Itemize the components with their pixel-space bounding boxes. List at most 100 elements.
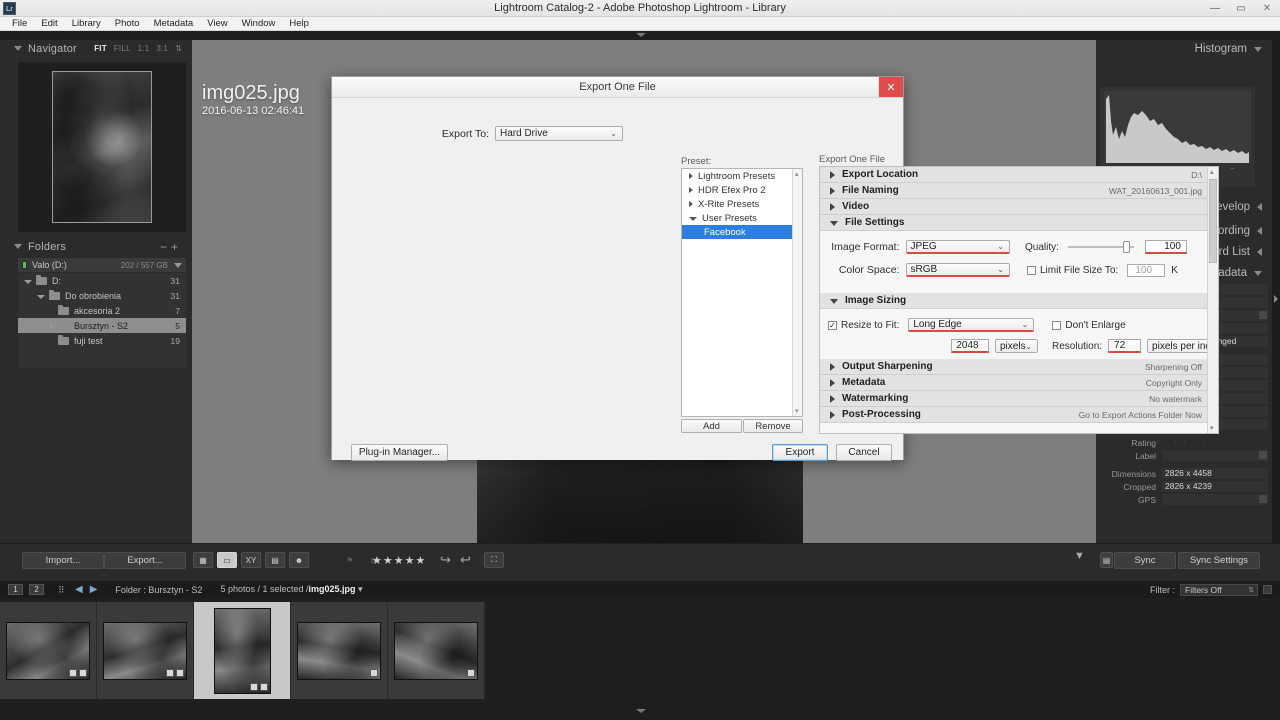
metadata-value[interactable] bbox=[1162, 494, 1268, 505]
filmstrip-cell[interactable] bbox=[0, 602, 97, 699]
chevron-right-icon[interactable] bbox=[50, 322, 54, 329]
section-file-naming[interactable]: File Naming WAT_20160613_001.jpg bbox=[820, 183, 1218, 199]
preset-item[interactable]: Lightroom Presets bbox=[682, 169, 802, 183]
filmstrip-thumbnail[interactable] bbox=[213, 607, 271, 694]
section-post-processing[interactable]: Post-Processing Go to Export Actions Fol… bbox=[820, 407, 1218, 423]
filter-lock-icon[interactable] bbox=[1263, 585, 1272, 594]
cancel-button[interactable]: Cancel bbox=[836, 444, 892, 461]
rotate-left-icon[interactable]: ↩ bbox=[460, 552, 471, 568]
chevron-down-icon[interactable] bbox=[37, 294, 45, 299]
people-view-icon[interactable]: ☻ bbox=[289, 552, 309, 568]
sync-button[interactable]: Sync bbox=[1114, 552, 1176, 569]
navigator-zoom-stepper-icon[interactable]: ⇅ bbox=[175, 44, 182, 53]
add-preset-button[interactable]: Add bbox=[681, 419, 742, 433]
folder-row[interactable]: D: 31 bbox=[18, 273, 186, 288]
filmstrip-thumbnail[interactable] bbox=[6, 621, 90, 680]
menu-help[interactable]: Help bbox=[282, 17, 316, 30]
section-file-settings[interactable]: File Settings bbox=[820, 215, 1218, 231]
filmstrip-thumbnail[interactable] bbox=[297, 621, 381, 680]
navigator-mode-fit[interactable]: FIT bbox=[94, 44, 107, 53]
preset-item[interactable]: HDR Efex Pro 2 bbox=[682, 183, 802, 197]
filmstrip-cell[interactable] bbox=[97, 602, 194, 699]
export-confirm-button[interactable]: Export bbox=[772, 444, 828, 461]
section-image-sizing[interactable]: Image Sizing bbox=[820, 293, 1218, 309]
metadata-value[interactable]: 2826 x 4239 bbox=[1162, 481, 1268, 492]
chevron-down-icon[interactable] bbox=[636, 709, 646, 713]
export-to-select[interactable]: Hard Drive ⌄ bbox=[495, 126, 623, 141]
rating-stars[interactable]: ★★★★★ bbox=[372, 554, 426, 567]
preset-item[interactable]: X-Rite Presets bbox=[682, 197, 802, 211]
slider-knob[interactable] bbox=[1122, 241, 1130, 253]
sections-scrollbar[interactable]: ▴ ▾ bbox=[1207, 167, 1218, 433]
filmstrip-thumbnail[interactable] bbox=[103, 621, 187, 680]
section-output-sharpening[interactable]: Output Sharpening Sharpening Off bbox=[820, 359, 1218, 375]
limit-file-size-checkbox[interactable] bbox=[1027, 266, 1036, 275]
grid-view-icon[interactable]: ⠿ bbox=[58, 585, 68, 595]
chevron-right-icon[interactable] bbox=[689, 187, 693, 193]
chevron-down-icon[interactable] bbox=[689, 217, 697, 221]
chevron-right-icon[interactable] bbox=[689, 201, 693, 207]
preset-item[interactable]: Facebook bbox=[682, 225, 802, 239]
section-export-location[interactable]: Export Location D:\ bbox=[820, 167, 1218, 183]
limit-file-size-input[interactable]: 100 bbox=[1127, 264, 1166, 277]
crop-overlay-icon[interactable]: ⛶ bbox=[484, 552, 504, 568]
dialog-close-icon[interactable]: ✕ bbox=[879, 77, 903, 97]
bottom-strip[interactable] bbox=[0, 703, 1280, 720]
section-video[interactable]: Video bbox=[820, 199, 1218, 215]
histogram-header[interactable]: Histogram bbox=[1096, 40, 1272, 58]
metadata-action-icon[interactable] bbox=[1259, 451, 1267, 459]
flag-icon[interactable]: ⚑ bbox=[340, 552, 360, 568]
folder-row[interactable]: Bursztyn - S2 5 bbox=[18, 318, 186, 333]
resize-to-fit-checkbox[interactable]: ✓ bbox=[828, 320, 837, 330]
screen-2-button[interactable]: 2 bbox=[29, 584, 44, 595]
chevron-down-icon[interactable] bbox=[636, 33, 646, 37]
compare-view-icon[interactable]: XY bbox=[241, 552, 261, 568]
quality-slider[interactable] bbox=[1067, 241, 1134, 253]
filmstrip-cell[interactable] bbox=[291, 602, 388, 699]
filter-select[interactable]: Filters Off ⇅ bbox=[1180, 583, 1258, 596]
histogram-plot[interactable] bbox=[1104, 91, 1251, 163]
metadata-action-icon[interactable] bbox=[1259, 311, 1267, 319]
navigator-header[interactable]: Navigator FIT FILL 1:1 3:1 ⇅ bbox=[0, 40, 192, 57]
close-icon[interactable]: ✕ bbox=[1254, 0, 1280, 17]
scrollbar-thumb[interactable] bbox=[1209, 179, 1217, 263]
metadata-value[interactable]: ····· bbox=[1162, 437, 1268, 448]
menu-window[interactable]: Window bbox=[235, 17, 283, 30]
grid-view-icon[interactable]: ▦ bbox=[193, 552, 213, 568]
navigator-mode-1-1[interactable]: 1:1 bbox=[138, 44, 150, 53]
filmstrip-source[interactable]: Folder : Bursztyn - S2 bbox=[115, 585, 202, 595]
navigator-preview[interactable] bbox=[18, 62, 186, 232]
filmstrip-cell[interactable] bbox=[194, 602, 291, 699]
chevron-down-icon[interactable]: ▾ bbox=[358, 584, 363, 594]
resize-mode-select[interactable]: Long Edge ⌄ bbox=[908, 318, 1035, 332]
folders-header[interactable]: Folders −+ bbox=[0, 238, 192, 255]
metadata-action-icon[interactable] bbox=[1259, 495, 1267, 503]
import-button[interactable]: Import... bbox=[22, 552, 104, 569]
filmstrip-thumbnail[interactable] bbox=[394, 621, 478, 680]
export-button[interactable]: Export... bbox=[104, 552, 186, 569]
scroll-down-icon[interactable]: ▾ bbox=[795, 407, 799, 415]
volume-row[interactable]: Valo (D:) 202 / 557 GB bbox=[18, 258, 186, 273]
metadata-value[interactable]: 2826 x 4458 bbox=[1162, 468, 1268, 479]
screen-1-button[interactable]: 1 bbox=[8, 584, 23, 595]
filmstrip-cell[interactable] bbox=[388, 602, 485, 699]
top-module-strip[interactable] bbox=[0, 31, 1280, 40]
resolution-input[interactable]: 72 bbox=[1108, 339, 1142, 353]
navigator-mode-fill[interactable]: FILL bbox=[114, 44, 131, 53]
dont-enlarge-checkbox[interactable] bbox=[1052, 320, 1062, 330]
menu-file[interactable]: File bbox=[5, 17, 34, 30]
preset-scrollbar[interactable]: ▴ ▾ bbox=[792, 169, 802, 416]
chevron-down-icon[interactable] bbox=[174, 262, 182, 268]
folder-row[interactable]: fuji test 19 bbox=[18, 333, 186, 348]
navigator-mode-3-1[interactable]: 3:1 bbox=[156, 44, 168, 53]
preset-item[interactable]: User Presets bbox=[682, 211, 802, 225]
size-unit-select[interactable]: pixels ⌄ bbox=[995, 339, 1038, 353]
metadata-value[interactable] bbox=[1162, 450, 1268, 461]
menu-view[interactable]: View bbox=[200, 17, 234, 30]
quality-input[interactable]: 100 bbox=[1144, 240, 1187, 254]
menu-metadata[interactable]: Metadata bbox=[147, 17, 201, 30]
image-format-select[interactable]: JPEG ⌄ bbox=[905, 240, 1010, 254]
scroll-up-icon[interactable]: ▴ bbox=[1210, 168, 1214, 176]
sync-settings-button[interactable]: Sync Settings bbox=[1178, 552, 1260, 569]
rotate-right-icon[interactable]: ↪ bbox=[440, 552, 451, 568]
